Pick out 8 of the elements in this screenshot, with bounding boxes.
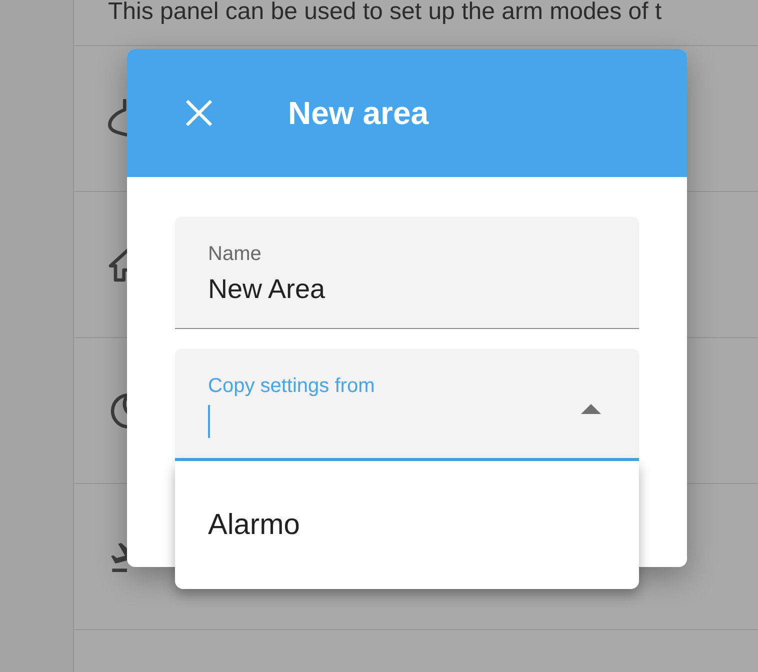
menu-item[interactable]: Alarmo bbox=[175, 469, 639, 581]
swirl-icon bbox=[108, 98, 127, 138]
dialog-title: New area bbox=[288, 94, 429, 133]
cursor-icon bbox=[208, 404, 210, 438]
moon-icon bbox=[108, 390, 127, 430]
close-icon bbox=[185, 99, 213, 127]
text-field[interactable]: Name New Area bbox=[175, 217, 639, 329]
panel-description: This panel can be used to set up the arm modes of t bbox=[108, 0, 662, 24]
